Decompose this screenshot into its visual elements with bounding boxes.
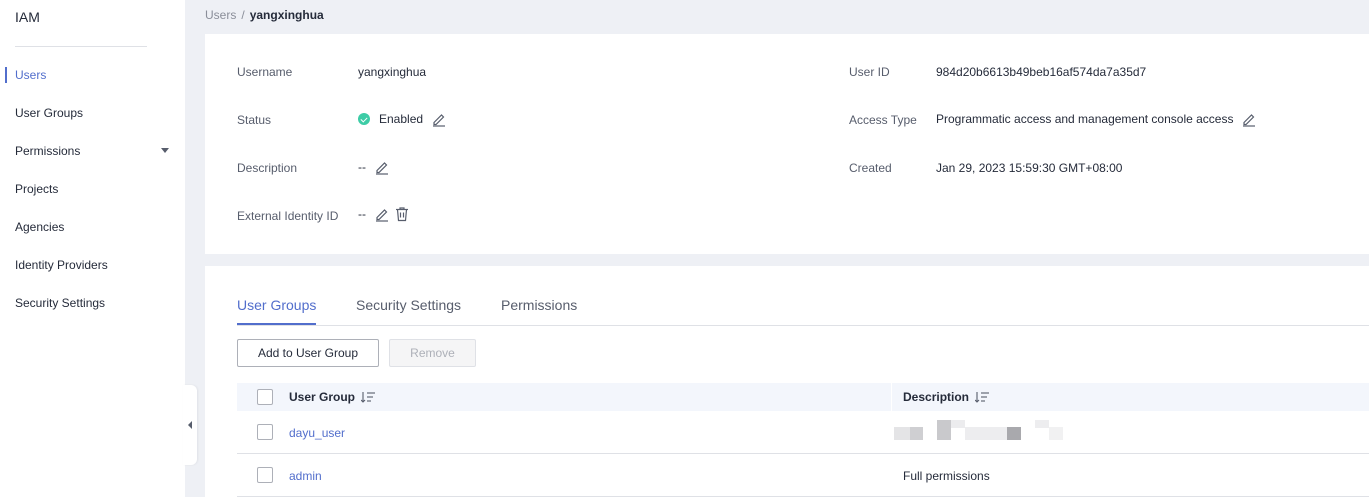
service-title: IAM: [15, 9, 40, 25]
column-divider: [891, 383, 892, 411]
sidebar-item-label: Identity Providers: [15, 258, 108, 272]
sidebar-item-label: Agencies: [15, 220, 65, 234]
edit-status-icon[interactable]: [431, 111, 447, 127]
sidebar-item-label: Users: [15, 68, 47, 82]
sidebar-item-agencies[interactable]: Agencies: [0, 217, 185, 237]
sort-icon[interactable]: [975, 391, 990, 403]
add-to-user-group-button[interactable]: Add to User Group: [237, 339, 379, 367]
sidebar-item-label: User Groups: [15, 106, 84, 120]
tab-security-settings[interactable]: Security Settings: [356, 297, 461, 313]
table-row: admin Full permissions: [237, 454, 1369, 497]
sidebar-item-user-groups[interactable]: User Groups: [0, 103, 185, 123]
created-label: Created: [849, 161, 892, 175]
tab-user-groups[interactable]: User Groups: [237, 297, 316, 313]
created-value: Jan 29, 2023 15:59:30 GMT+08:00: [936, 161, 1122, 175]
table-row: dayu_user: [237, 411, 1369, 454]
status-label: Status: [237, 113, 272, 127]
redacted-description-block: [951, 420, 965, 428]
redacted-description-block: [965, 427, 1007, 440]
sidebar-collapse-handle[interactable]: [183, 385, 197, 465]
external-id-value: --: [358, 206, 410, 222]
status-value: Enabled: [358, 111, 447, 127]
sidebar-item-label: Security Settings: [15, 296, 106, 310]
redacted-description-block: [937, 420, 951, 440]
description-value: --: [358, 159, 390, 175]
sidebar-item-security-settings[interactable]: Security Settings: [0, 293, 185, 313]
breadcrumb-current: yangxinghua: [249, 8, 324, 22]
chevron-down-icon: [161, 148, 169, 153]
column-header-user-group[interactable]: User Group: [289, 383, 376, 411]
access-type-value: Programmatic access and management conso…: [936, 111, 1257, 127]
active-tab-indicator: [237, 323, 316, 325]
sidebar-item-projects[interactable]: Projects: [0, 179, 185, 199]
status-text: Enabled: [379, 112, 424, 126]
row-checkbox[interactable]: [257, 467, 273, 483]
user-details-card: Username yangxinghua Status Enabled Desc…: [205, 34, 1369, 254]
sidebar-item-users[interactable]: Users: [0, 65, 185, 85]
sidebar-item-permissions[interactable]: Permissions: [0, 141, 185, 161]
user-tabs-card: User Groups Security Settings Permission…: [205, 266, 1369, 497]
row-description: Full permissions: [903, 468, 990, 483]
redacted-description-block: [1007, 427, 1021, 440]
user-id-value: 984d20b6613b49beb16af574da7a35d7: [936, 65, 1146, 79]
edit-description-icon[interactable]: [374, 159, 390, 175]
sidebar-item-label: Permissions: [15, 144, 81, 158]
sidebar-divider: [15, 46, 147, 47]
external-id-label: External Identity ID: [237, 209, 339, 223]
column-header-description[interactable]: Description: [903, 383, 990, 411]
edit-access-type-icon[interactable]: [1241, 111, 1257, 127]
user-id-label: User ID: [849, 65, 890, 79]
sidebar: IAM Users User Groups Permissions Projec…: [0, 0, 185, 497]
user-id-text: 984d20b6613b49beb16af574da7a35d7: [936, 65, 1147, 79]
redacted-description-block: [1035, 420, 1049, 428]
description-label: Description: [237, 161, 298, 175]
created-text: Jan 29, 2023 15:59:30 GMT+08:00: [936, 161, 1123, 175]
access-type-label: Access Type: [849, 113, 917, 127]
chevron-left-icon: [188, 421, 192, 429]
breadcrumb-users-link[interactable]: Users: [205, 8, 236, 22]
select-all-checkbox[interactable]: [257, 389, 273, 405]
table-header: User Group Description: [237, 383, 1369, 411]
redacted-description-block: [1049, 427, 1063, 440]
remove-button: Remove: [389, 339, 476, 367]
user-group-link[interactable]: admin: [289, 454, 322, 497]
tab-permissions[interactable]: Permissions: [501, 297, 577, 313]
enabled-status-icon: [358, 113, 370, 125]
breadcrumb: Users / yangxinghua: [205, 8, 324, 22]
row-checkbox[interactable]: [257, 424, 273, 440]
username-text: yangxinghua: [358, 65, 427, 79]
external-id-text: --: [358, 207, 366, 221]
column-header-label: Description: [903, 390, 970, 404]
sidebar-item-label: Projects: [15, 182, 59, 196]
username-value: yangxinghua: [358, 65, 426, 79]
sort-icon[interactable]: [361, 391, 376, 403]
username-label: Username: [237, 65, 293, 79]
edit-external-id-icon[interactable]: [374, 206, 390, 222]
column-header-label: User Group: [289, 390, 356, 404]
breadcrumb-separator: /: [241, 8, 245, 22]
delete-external-id-icon[interactable]: [394, 206, 410, 222]
user-group-link[interactable]: dayu_user: [289, 411, 345, 454]
description-text: --: [358, 160, 366, 174]
sidebar-item-identity-providers[interactable]: Identity Providers: [0, 255, 185, 275]
tab-divider: [237, 325, 1369, 326]
access-type-text: Programmatic access and management conso…: [936, 112, 1234, 126]
redacted-description-block: [910, 427, 923, 440]
